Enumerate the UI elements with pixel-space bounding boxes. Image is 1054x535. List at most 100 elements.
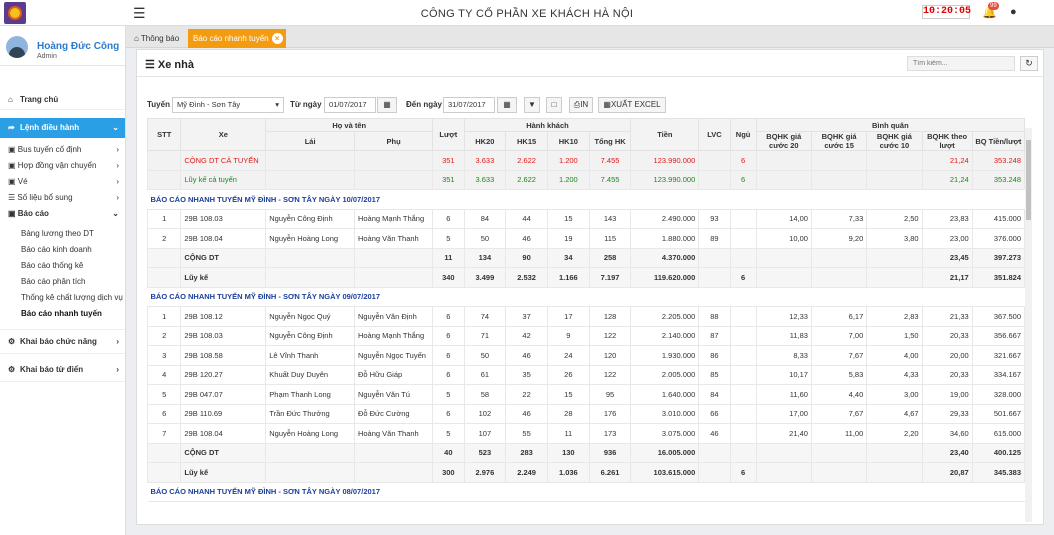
table-cell: CỘNG DT [180, 442, 267, 463]
table-cell: 936 [588, 442, 632, 463]
table-cell: 42 [505, 325, 548, 346]
table-cell: 7 [147, 423, 182, 444]
table-cell: 61 [463, 364, 507, 385]
table-cell [810, 462, 868, 483]
table-cell: 1.640.000 [630, 384, 700, 405]
col-lvc: LVC [698, 118, 731, 151]
nav-bao-cao-phan-tich[interactable]: Báo cáo phân tích [0, 274, 125, 290]
search-input[interactable] [907, 56, 1015, 71]
table-cell: Trần Đức Thưởng [265, 403, 355, 424]
print-button[interactable]: ⎙IN [569, 97, 593, 113]
table-cell: 3 [147, 345, 182, 366]
table-cell: Lũy kế [180, 462, 267, 483]
tu-ngay-input[interactable]: 01/07/2017 [324, 97, 376, 113]
table-cell: 10,00 [755, 228, 812, 249]
table-cell: 17,00 [755, 403, 812, 424]
table-cell: 351.824 [971, 267, 1026, 288]
home-icon: ⌂ [134, 34, 139, 43]
menu-toggle-icon[interactable]: ☰ [133, 6, 146, 20]
calendar-icon[interactable]: ▦ [377, 97, 397, 113]
nav-thong-ke-chat-luong[interactable]: Thống kê chất lượng dịch vụ [0, 290, 125, 306]
nav-khai-bao-chuc-nang[interactable]: ⚙ Khai báo chức năng › [0, 330, 125, 354]
table-cell [353, 247, 434, 268]
table-cell [698, 247, 731, 268]
col-bq-tien: BQ Tiền/lượt [971, 131, 1026, 151]
table-cell: Hoàng Văn Thanh [353, 423, 434, 444]
table-cell: 2.490.000 [630, 208, 700, 229]
table-cell: 4 [147, 364, 182, 385]
table-cell: 356.667 [971, 325, 1026, 346]
table-cell: 15 [546, 384, 590, 405]
nav-lenh-dieu-hanh[interactable]: ➦ Lệnh điều hành ⌄ [0, 118, 125, 138]
calendar-icon[interactable]: ▦ [497, 97, 517, 113]
tuyen-select[interactable]: Mỹ Đình - Sơn Tây ▾ [172, 97, 284, 113]
table-cell: 1,50 [866, 325, 923, 346]
total-row: Lũy kế cả tuyến 351 3.633 2.622 1.200 7.455 12… [147, 169, 1026, 190]
chevron-down-icon: ⌄ [112, 123, 119, 132]
table-cell: 351 [432, 169, 465, 190]
nav-bang-luong[interactable]: Bảng lương theo DT [0, 226, 125, 242]
table-cell: 115 [588, 228, 632, 249]
nav-bao-cao-thong-ke[interactable]: Báo cáo thống kê [0, 258, 125, 274]
col-bq20: BQHK giá cước 20 [755, 131, 812, 151]
export-excel-button[interactable]: ▦XUẤT EXCEL [598, 97, 666, 113]
nav-khai-bao-tu-dien[interactable]: ⚙ Khai báo từ điển › [0, 358, 125, 382]
table-cell: 3.499 [463, 267, 507, 288]
table-row: 2 29B 108.04 Nguyễn Hoàng Long Hoàng Văn Th… [147, 228, 1026, 249]
table-cell: 17 [546, 306, 590, 327]
table-cell: 4,40 [810, 384, 868, 405]
table-cell: Phạm Thanh Long [265, 384, 355, 405]
nav-ve[interactable]: ▣ Vé › [0, 174, 125, 190]
col-tien: Tiền [630, 118, 700, 151]
table-cell: 6 [432, 306, 465, 327]
table-scrollbar[interactable] [1025, 128, 1032, 522]
nav-hop-dong[interactable]: ▣ Hợp đồng vận chuyển › [0, 158, 125, 174]
chevron-right-icon: › [116, 177, 119, 186]
table-cell: 29B 108.03 [180, 208, 267, 229]
caret-down-icon: ▾ [275, 100, 279, 109]
tab-bao-cao-nhanh-tuyen[interactable]: Báo cáo nhanh tuyến × [188, 29, 286, 48]
col-hanh-khach: Hành khách [463, 118, 632, 132]
table-cell [147, 169, 182, 190]
table-cell: 400.125 [971, 442, 1026, 463]
table-cell: 397.273 [971, 247, 1026, 268]
table-cell: 87 [698, 325, 731, 346]
refresh-icon[interactable]: ↻ [1020, 56, 1038, 71]
table-cell: 6 [432, 345, 465, 366]
table-cell: 4,67 [866, 403, 923, 424]
close-icon[interactable]: × [271, 33, 283, 44]
nav-bao-cao[interactable]: ▣ Báo cáo ⌄ [0, 206, 125, 222]
user-menu-icon[interactable]: ● [1010, 6, 1017, 18]
table-cell [265, 247, 355, 268]
table-cell: 6 [432, 208, 465, 229]
filter-icon[interactable]: ▼ [524, 97, 540, 113]
table-cell: 340 [432, 267, 465, 288]
table-cell [755, 267, 812, 288]
table-cell: 50 [463, 345, 507, 366]
den-ngay-input[interactable]: 31/07/2017 [443, 97, 495, 113]
table-cell [353, 267, 434, 288]
table-cell: 58 [463, 384, 507, 405]
table-cell: 7.197 [588, 267, 632, 288]
table-cell: 3,80 [866, 228, 923, 249]
nav-bao-cao-kinh-doanh[interactable]: Báo cáo kinh doanh [0, 242, 125, 258]
bus-icon[interactable]: □ [546, 97, 562, 113]
company-logo[interactable] [4, 2, 26, 24]
nav-so-lieu[interactable]: ☰ Số liệu bổ sung › [0, 190, 125, 206]
tab-thong-bao[interactable]: ⌂ Thông báo [129, 29, 184, 48]
table-cell: 88 [698, 306, 731, 327]
col-xe: Xe [180, 118, 267, 151]
table-cell: 3.633 [463, 150, 507, 171]
nav-home[interactable]: ⌂ Trang chủ [0, 90, 125, 110]
table-cell: 615.000 [971, 423, 1026, 444]
scrollbar-thumb[interactable] [1026, 140, 1031, 220]
table-cell: 21,24 [921, 150, 973, 171]
section-header-row: BÁO CÁO NHANH TUYẾN MỸ ĐÌNH - SƠN TÂY NG… [147, 286, 1025, 307]
table-cell: Nguyễn Văn Tú [353, 384, 434, 405]
nav-bus-tuyen[interactable]: ▣ Bus tuyến cố định › [0, 142, 125, 158]
table-cell [147, 247, 182, 268]
table-cell: 123.990.000 [630, 150, 700, 171]
table-cell: 40 [432, 442, 465, 463]
table-cell: 93 [698, 208, 731, 229]
nav-bao-cao-nhanh-tuyen[interactable]: Báo cáo nhanh tuyến [0, 306, 125, 322]
